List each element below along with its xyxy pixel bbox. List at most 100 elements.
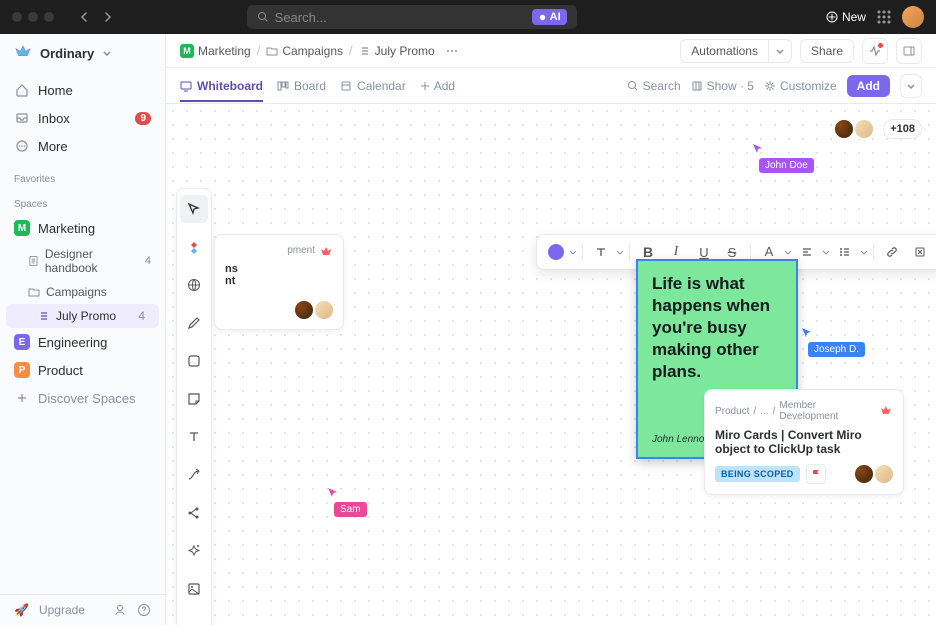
space-badge: E — [14, 334, 30, 350]
global-search[interactable]: Search... AI — [247, 5, 577, 29]
apps-icon[interactable] — [876, 9, 892, 25]
task-card-partial[interactable]: pment nsnt — [214, 234, 344, 330]
priority-flag[interactable] — [806, 464, 826, 484]
maximize-window[interactable] — [44, 12, 54, 22]
tool-more[interactable] — [180, 613, 208, 625]
sidebar-july-promo[interactable]: July Promo 4 — [6, 304, 159, 328]
workspace-logo-icon — [14, 44, 32, 62]
automations-button[interactable]: Automations — [680, 39, 792, 63]
plus-icon — [420, 81, 430, 91]
color-picker[interactable] — [543, 239, 569, 265]
workspace-switcher[interactable]: Ordinary — [0, 34, 165, 72]
assignee-avatar — [315, 301, 333, 319]
gear-icon — [764, 80, 776, 92]
tool-pen[interactable] — [180, 309, 208, 337]
remote-cursor-john: John Doe — [751, 142, 814, 173]
chevron-down-icon — [822, 248, 830, 256]
space-marketing[interactable]: M Marketing — [0, 214, 165, 242]
presence-avatar[interactable] — [833, 118, 855, 140]
new-button[interactable]: New — [826, 10, 866, 24]
space-badge: P — [14, 362, 30, 378]
sidebar-home[interactable]: Home — [0, 76, 165, 104]
close-window[interactable] — [12, 12, 22, 22]
tab-whiteboard[interactable]: Whiteboard — [180, 71, 263, 101]
spaces-label: Spaces — [0, 189, 165, 214]
doc-icon — [28, 255, 39, 267]
titlebar: Search... AI New — [0, 0, 936, 34]
task-card-miro[interactable]: Product / ... / Member Development Miro … — [704, 389, 904, 495]
chevron-down-icon — [769, 42, 791, 60]
tool-task[interactable] — [180, 233, 208, 261]
breadcrumb-folder[interactable]: Campaigns — [266, 44, 343, 58]
nav-back[interactable] — [74, 7, 94, 27]
activity-button[interactable] — [862, 38, 888, 64]
tool-sticky[interactable] — [180, 385, 208, 413]
tool-shape[interactable] — [180, 347, 208, 375]
sparkle-icon — [538, 13, 547, 22]
breadcrumb-space[interactable]: M Marketing — [180, 44, 251, 58]
font-family[interactable] — [588, 239, 614, 265]
panel-button[interactable] — [896, 38, 922, 64]
whiteboard-canvas[interactable]: +108 John Doe Joseph D. Sam — [166, 104, 936, 625]
sidebar-campaigns[interactable]: Campaigns — [0, 280, 165, 304]
home-icon — [14, 82, 30, 98]
nav-forward[interactable] — [98, 7, 118, 27]
ai-badge[interactable]: AI — [532, 9, 567, 25]
tool-text[interactable] — [180, 423, 208, 451]
presence-avatar[interactable] — [853, 118, 875, 140]
chevron-down-icon — [569, 248, 577, 256]
tab-board[interactable]: Board — [277, 71, 326, 101]
list-icon — [38, 310, 50, 322]
tool-mindmap[interactable] — [180, 499, 208, 527]
space-product[interactable]: P Product — [0, 356, 165, 384]
user-avatar[interactable] — [902, 6, 924, 28]
tool-image[interactable] — [180, 575, 208, 603]
minimize-window[interactable] — [28, 12, 38, 22]
add-button-dropdown[interactable] — [900, 74, 922, 98]
chevron-down-icon — [860, 248, 868, 256]
plus-icon — [14, 390, 30, 406]
remote-cursor-joseph: Joseph D. — [800, 326, 865, 357]
search-icon — [627, 80, 639, 92]
breadcrumb-more-icon[interactable] — [445, 44, 459, 58]
sidebar-inbox[interactable]: Inbox 9 — [0, 104, 165, 132]
sidebar-more[interactable]: More — [0, 132, 165, 160]
chevron-down-icon — [784, 248, 792, 256]
link-button[interactable] — [879, 239, 905, 265]
convert-button[interactable] — [907, 239, 933, 265]
cursor-icon — [326, 486, 340, 500]
assignee-avatar — [855, 465, 873, 483]
assignee-avatar — [295, 301, 313, 319]
plus-circle-icon — [826, 11, 838, 23]
view-show[interactable]: Show · 5 — [691, 79, 754, 93]
share-button[interactable]: Share — [800, 39, 854, 63]
inbox-icon — [14, 110, 30, 126]
tool-select[interactable] — [180, 195, 208, 223]
person-icon[interactable] — [113, 603, 127, 617]
breadcrumb-list[interactable]: July Promo — [359, 44, 435, 58]
tool-web[interactable] — [180, 271, 208, 299]
folder-icon — [266, 45, 278, 57]
view-customize[interactable]: Customize — [764, 79, 837, 93]
sidebar-designer-handbook[interactable]: Designer handbook 4 — [0, 242, 165, 280]
clickup-icon — [879, 404, 893, 418]
presence-more[interactable]: +108 — [883, 119, 922, 139]
tab-add[interactable]: Add — [420, 79, 455, 93]
status-tag: BEING SCOPED — [715, 466, 800, 482]
tool-connector[interactable] — [180, 461, 208, 489]
calendar-icon — [340, 80, 352, 92]
view-search[interactable]: Search — [627, 79, 681, 93]
tab-calendar[interactable]: Calendar — [340, 71, 406, 101]
space-engineering[interactable]: E Engineering — [0, 328, 165, 356]
whiteboard-icon — [180, 80, 192, 92]
window-controls — [12, 12, 54, 22]
clickup-icon — [319, 245, 333, 259]
list-icon — [359, 45, 371, 57]
search-icon — [257, 11, 269, 23]
add-button[interactable]: Add — [847, 75, 890, 97]
discover-spaces[interactable]: Discover Spaces — [0, 384, 165, 412]
upgrade-link[interactable]: Upgrade — [39, 603, 103, 617]
tool-ai[interactable] — [180, 537, 208, 565]
list-button[interactable] — [832, 239, 858, 265]
help-icon[interactable] — [137, 603, 151, 617]
